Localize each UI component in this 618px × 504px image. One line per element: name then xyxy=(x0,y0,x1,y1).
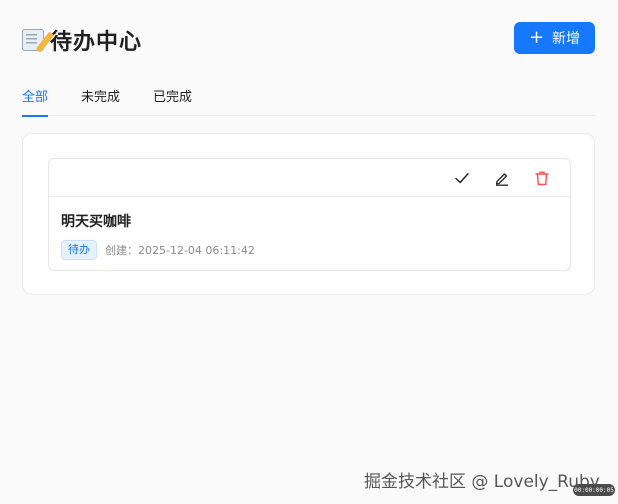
todo-item: 明天买咖啡 待办 创建：2025-12-04 06:11:42 xyxy=(48,158,571,271)
memo-icon xyxy=(22,29,55,53)
recording-timer: 00:00:00:05 xyxy=(573,484,615,496)
status-badge: 待办 xyxy=(61,240,97,260)
add-button-label: 新增 xyxy=(552,31,581,47)
watermark: 掘金技术社区 @ Lovely_Ruby xyxy=(364,472,600,492)
created-timestamp: 创建：2025-12-04 06:11:42 xyxy=(105,244,255,257)
page-title: 待办中心 xyxy=(50,30,143,55)
todo-list-container: 明天买咖啡 待办 创建：2025-12-04 06:11:42 xyxy=(22,133,595,295)
filter-tabs: 全部 未完成 已完成 xyxy=(22,86,596,117)
tab-all[interactable]: 全部 xyxy=(22,86,49,117)
add-todo-button[interactable]: + 新增 xyxy=(514,22,595,54)
delete-icon[interactable] xyxy=(533,169,551,187)
tab-incomplete[interactable]: 未完成 xyxy=(81,86,120,116)
todo-meta: 待办 创建：2025-12-04 06:11:42 xyxy=(61,240,558,260)
edit-icon[interactable] xyxy=(493,169,511,187)
todo-page: 待办中心 + 新增 全部 未完成 已完成 明天买咖啡 待办 创建：2025-12… xyxy=(0,0,618,504)
plus-icon: + xyxy=(528,27,545,48)
todo-title: 明天买咖啡 xyxy=(61,214,131,230)
tab-completed[interactable]: 已完成 xyxy=(153,86,192,116)
header: 待办中心 xyxy=(22,24,142,56)
check-icon[interactable] xyxy=(453,169,471,187)
todo-actions-bar xyxy=(49,159,570,197)
todo-body: 明天买咖啡 待办 创建：2025-12-04 06:11:42 xyxy=(49,197,570,260)
